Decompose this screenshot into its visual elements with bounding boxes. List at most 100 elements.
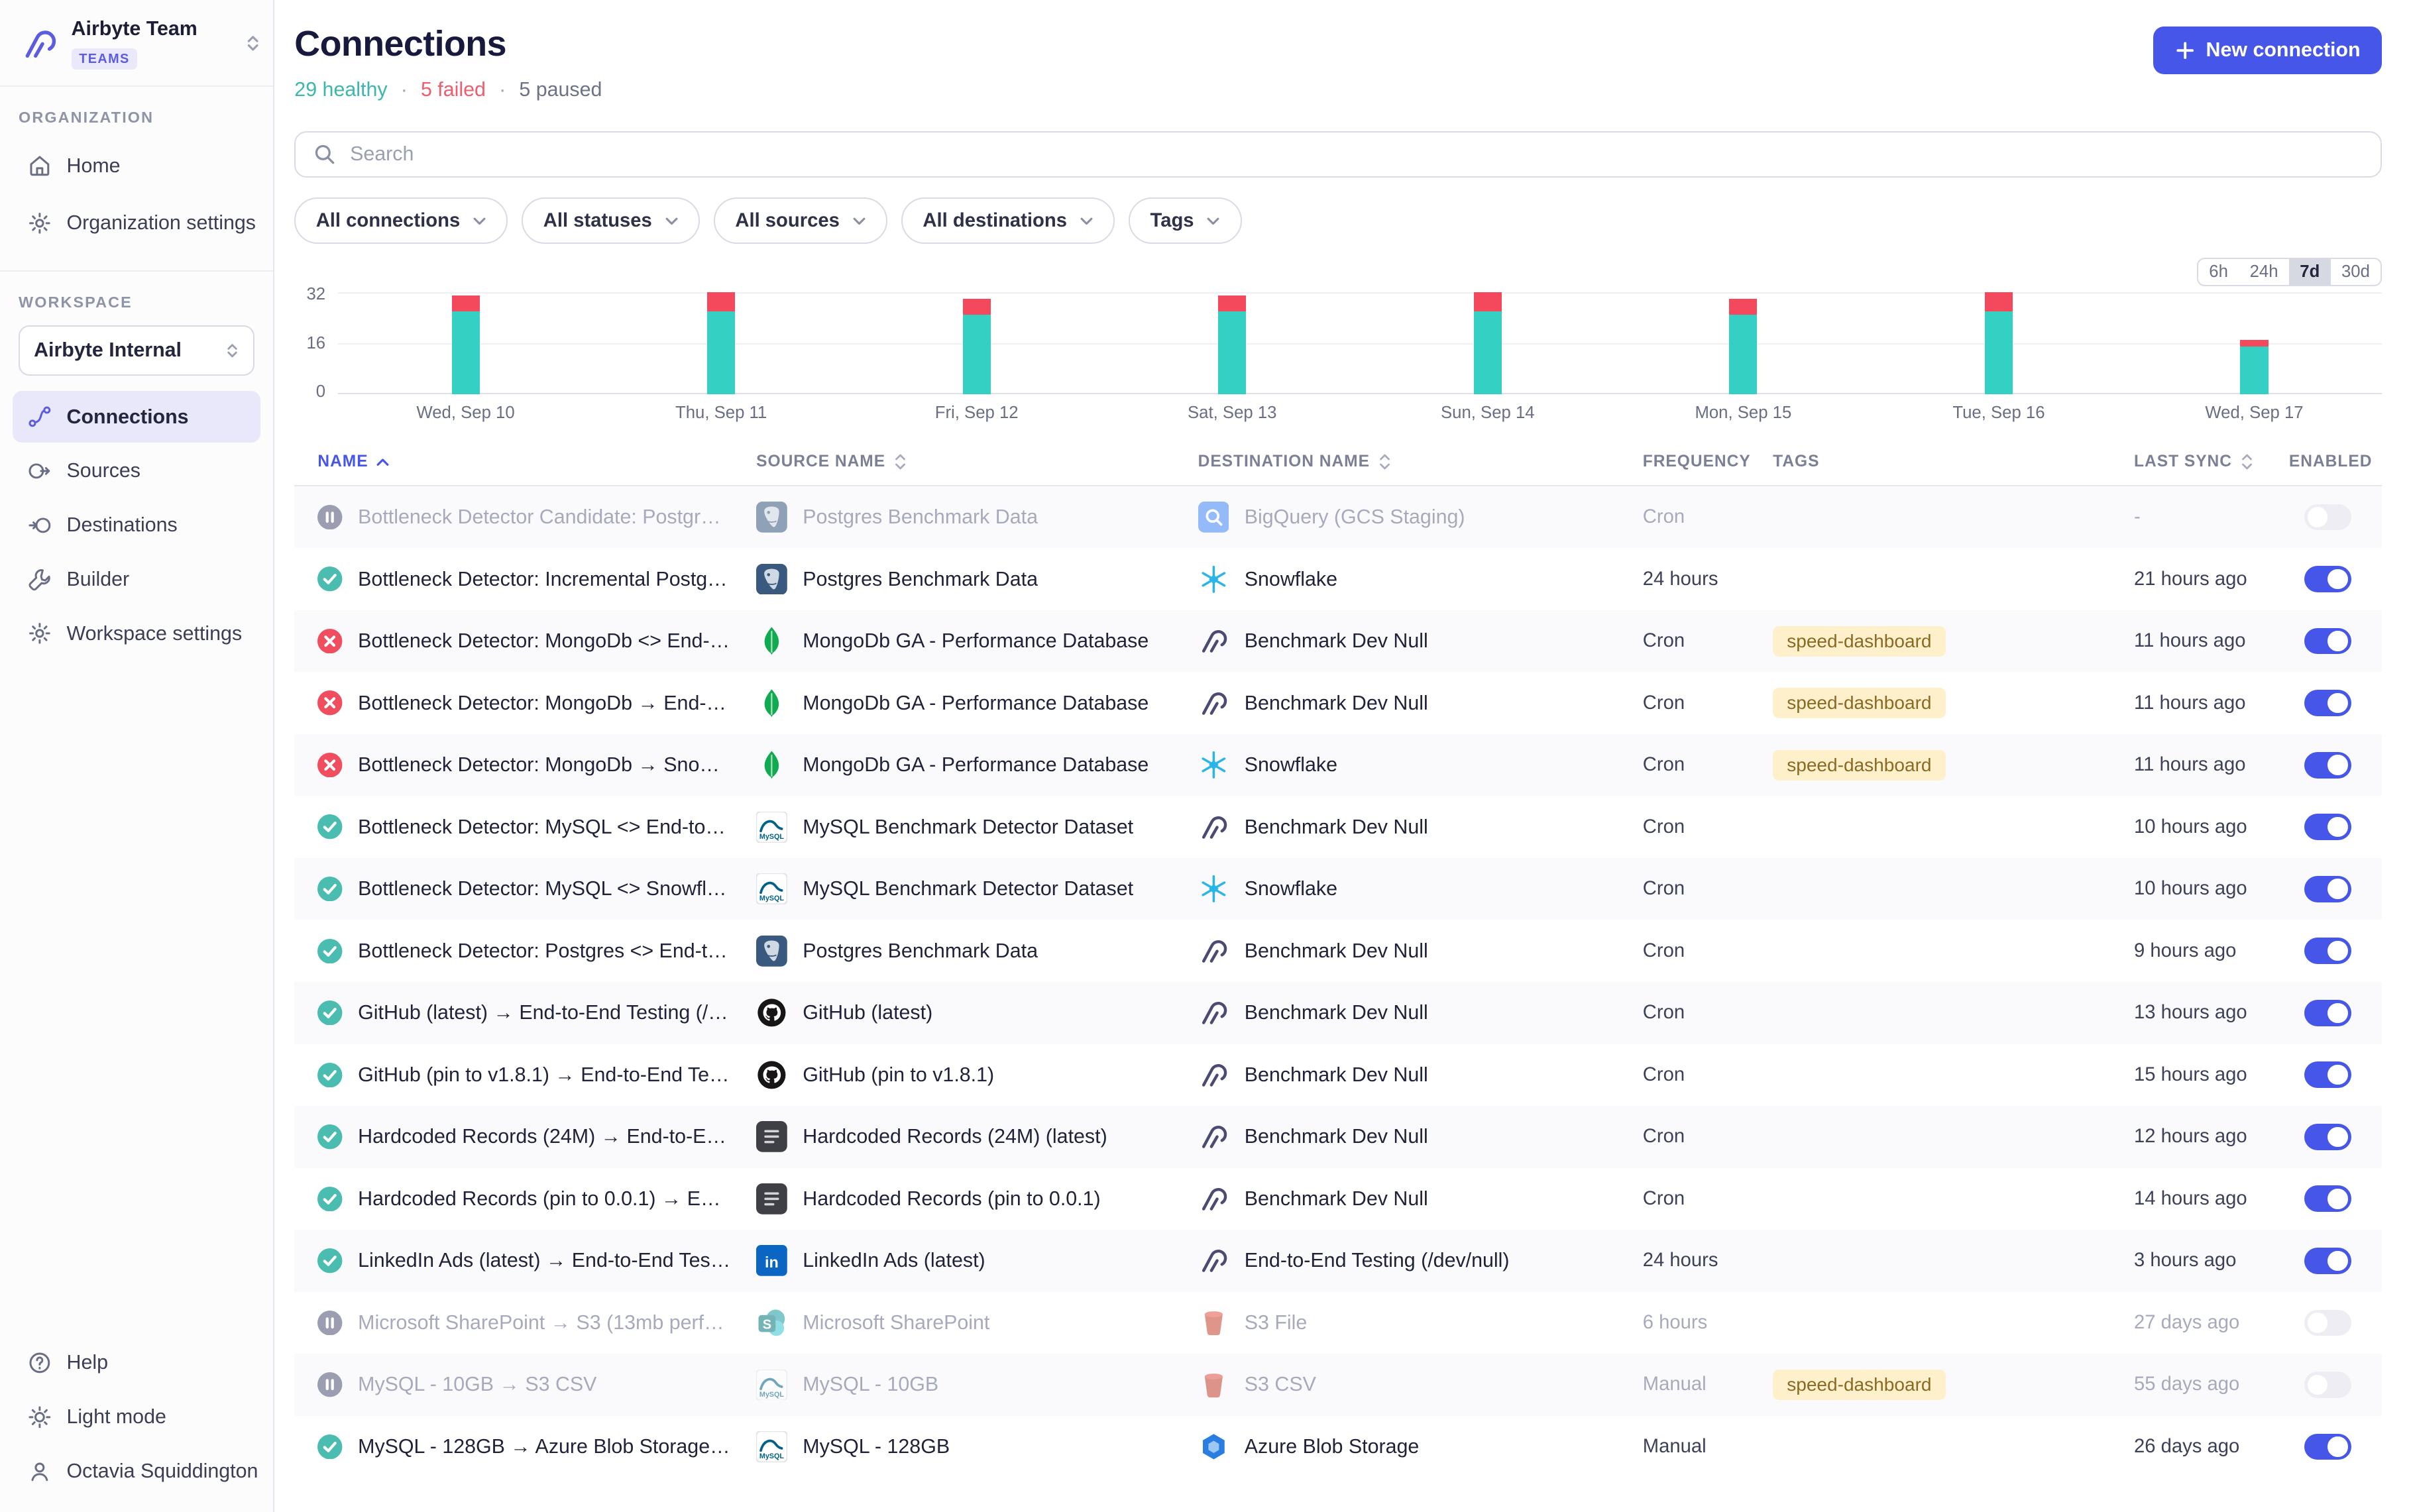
paused-status-icon — [317, 505, 342, 529]
column-label: NAME — [317, 453, 368, 471]
table-row[interactable]: LinkedIn Ads (latest) → End-to-End Testi… — [294, 1230, 2382, 1292]
enabled-toggle[interactable] — [2304, 1124, 2351, 1150]
connection-name: Microsoft SharePoint → S3 (13mb performa… — [358, 1311, 732, 1334]
sidebar-item-help[interactable]: Help — [13, 1337, 261, 1388]
gear-icon — [27, 620, 53, 647]
filter-tags[interactable]: Tags — [1129, 197, 1242, 244]
filter-label: All connections — [316, 210, 461, 232]
postgres-icon — [756, 564, 787, 595]
table-row[interactable]: MySQL - 128GB → Azure Blob Storage JSOn … — [294, 1416, 2382, 1478]
sidebar-item-connections[interactable]: Connections — [13, 391, 261, 442]
workspace-selector[interactable]: Airbyte Internal — [19, 325, 254, 376]
chart-bar-group[interactable] — [1360, 292, 1616, 394]
filter-all-connections[interactable]: All connections — [294, 197, 508, 244]
sidebar-item-workspace-settings[interactable]: Workspace settings — [13, 608, 261, 659]
column-header-last-sync[interactable]: LAST SYNC — [2134, 453, 2289, 471]
enabled-toggle[interactable] — [2304, 876, 2351, 902]
frequency-value: Cron — [1643, 878, 1773, 900]
column-header-name[interactable]: NAME — [317, 453, 756, 471]
range-option-24h[interactable]: 24h — [2239, 259, 2289, 284]
svg-text:MySQL: MySQL — [759, 1391, 784, 1399]
table-row[interactable]: Bottleneck Detector Candidate: Postgres … — [294, 486, 2382, 549]
enabled-toggle[interactable] — [2304, 752, 2351, 779]
filter-all-sources[interactable]: All sources — [714, 197, 887, 244]
range-option-30d[interactable]: 30d — [2331, 259, 2381, 284]
last-sync-value: 13 hours ago — [2134, 1002, 2289, 1024]
filter-all-destinations[interactable]: All destinations — [901, 197, 1115, 244]
column-label: TAGS — [1773, 453, 1819, 471]
workspace-selector-value: Airbyte Internal — [34, 339, 182, 362]
sync-history-chart: 32 16 0 Wed, Sep 10Thu, Sep 11Fri, Sep 1… — [294, 292, 2382, 423]
svg-text:MySQL: MySQL — [759, 894, 784, 902]
table-row[interactable]: MySQL - 10GB → S3 CSV MySQL MySQL - 10GB… — [294, 1354, 2382, 1416]
table-row[interactable]: Bottleneck Detector: MySQL <> End-to-End… — [294, 796, 2382, 858]
enabled-toggle[interactable] — [2304, 1310, 2351, 1336]
frequency-value: Manual — [1643, 1374, 1773, 1395]
table-row[interactable]: Bottleneck Detector: MySQL <> Snowflake … — [294, 858, 2382, 920]
paused-status-icon — [317, 1311, 342, 1335]
sidebar-item-builder[interactable]: Builder — [13, 554, 261, 605]
team-switcher[interactable]: Airbyte Team TEAMS — [0, 0, 273, 87]
svg-text:MySQL: MySQL — [759, 833, 784, 841]
chart-bar-group[interactable] — [1871, 292, 2127, 394]
destination-name: Benchmark Dev Null — [1245, 692, 1428, 715]
chart-x-labels: Wed, Sep 10Thu, Sep 11Fri, Sep 12Sat, Se… — [338, 404, 2383, 423]
sidebar-item-organization-settings[interactable]: Organization settings — [13, 197, 261, 248]
enabled-toggle[interactable] — [2304, 1000, 2351, 1026]
table-row[interactable]: Bottleneck Detector: MongoDb → Snowflake… — [294, 734, 2382, 796]
chart-bar-group[interactable] — [2127, 292, 2383, 394]
table-row[interactable]: Bottleneck Detector: MongoDb → End-to-En… — [294, 672, 2382, 734]
table-row[interactable]: Bottleneck Detector: Incremental Postgre… — [294, 548, 2382, 610]
search-input[interactable] — [350, 142, 2363, 166]
chart-bar-group[interactable] — [338, 292, 594, 394]
enabled-toggle[interactable] — [2304, 938, 2351, 964]
last-sync-value: 10 hours ago — [2134, 816, 2289, 838]
workspace-section: WORKSPACE Airbyte Internal Connections S… — [0, 270, 273, 663]
paused-count: 5 paused — [519, 78, 602, 101]
enabled-toggle[interactable] — [2304, 690, 2351, 716]
range-option-6h[interactable]: 6h — [2198, 259, 2239, 284]
enabled-toggle[interactable] — [2304, 1185, 2351, 1212]
column-header-source-name[interactable]: SOURCE NAME — [756, 453, 1198, 471]
frequency-value: Manual — [1643, 1436, 1773, 1458]
table-row[interactable]: Bottleneck Detector: MongoDb <> End-to-E… — [294, 610, 2382, 673]
sidebar-item-light-mode[interactable]: Light mode — [13, 1391, 261, 1442]
new-connection-button[interactable]: New connection — [2153, 27, 2382, 74]
table-row[interactable]: Bottleneck Detector: Postgres <> End-to-… — [294, 920, 2382, 982]
sidebar-item-home[interactable]: Home — [13, 140, 261, 191]
chart-x-label: Wed, Sep 10 — [338, 404, 594, 423]
range-option-7d[interactable]: 7d — [2289, 259, 2331, 284]
sidebar-item-destinations[interactable]: Destinations — [13, 500, 261, 551]
sidebar-item-user[interactable]: Octavia Squiddington — [13, 1446, 261, 1497]
last-sync-value: 27 days ago — [2134, 1312, 2289, 1334]
enabled-toggle[interactable] — [2304, 504, 2351, 531]
enabled-toggle[interactable] — [2304, 1434, 2351, 1460]
destination-icon — [27, 512, 53, 539]
chevron-updown-icon — [225, 341, 239, 360]
table-row[interactable]: Hardcoded Records (pin to 0.0.1) → End-t… — [294, 1168, 2382, 1230]
destination-name: Benchmark Dev Null — [1245, 816, 1428, 839]
filter-all-statuses[interactable]: All statuses — [522, 197, 700, 244]
table-row[interactable]: Hardcoded Records (24M) → End-to-End Te…… — [294, 1106, 2382, 1168]
failed-bar-segment — [2240, 340, 2268, 347]
column-header-destination-name[interactable]: DESTINATION NAME — [1198, 453, 1643, 471]
enabled-toggle[interactable] — [2304, 1248, 2351, 1274]
chart-bar-group[interactable] — [849, 292, 1105, 394]
y-tick: 32 — [306, 286, 325, 303]
chart-bar-group[interactable] — [1616, 292, 1872, 394]
gear-icon — [27, 210, 53, 237]
chart-bar-group[interactable] — [1104, 292, 1360, 394]
enabled-toggle[interactable] — [2304, 628, 2351, 655]
last-sync-value: 3 hours ago — [2134, 1250, 2289, 1271]
sidebar-item-sources[interactable]: Sources — [13, 445, 261, 496]
connection-name: Hardcoded Records (pin to 0.0.1) → End-t… — [358, 1187, 732, 1211]
enabled-toggle[interactable] — [2304, 566, 2351, 592]
source-name: Postgres Benchmark Data — [803, 506, 1038, 529]
enabled-toggle[interactable] — [2304, 1372, 2351, 1398]
table-row[interactable]: GitHub (pin to v1.8.1) → End-to-End Test… — [294, 1044, 2382, 1107]
enabled-toggle[interactable] — [2304, 814, 2351, 840]
enabled-toggle[interactable] — [2304, 1061, 2351, 1088]
chart-bar-group[interactable] — [593, 292, 849, 394]
table-row[interactable]: Microsoft SharePoint → S3 (13mb performa… — [294, 1292, 2382, 1354]
table-row[interactable]: GitHub (latest) → End-to-End Testing (/d… — [294, 982, 2382, 1044]
